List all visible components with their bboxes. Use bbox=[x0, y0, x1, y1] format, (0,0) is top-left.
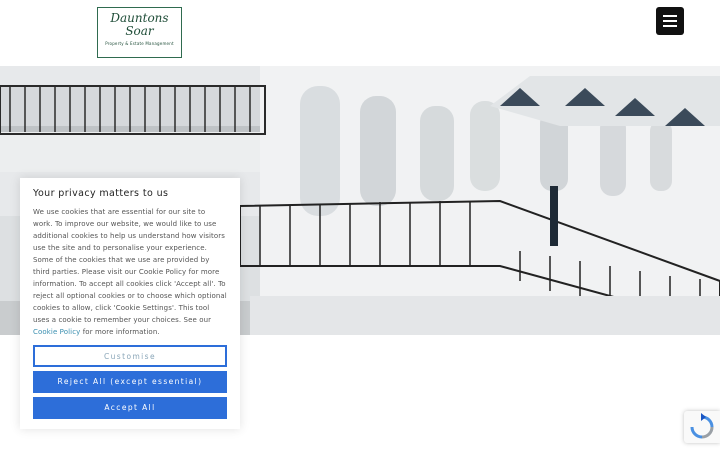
cookie-body-suffix: for more information. bbox=[80, 328, 160, 336]
recaptcha-icon bbox=[690, 413, 714, 439]
cookie-policy-link[interactable]: Cookie Policy bbox=[33, 328, 80, 336]
menu-button[interactable] bbox=[656, 7, 684, 35]
logo-tagline: Property & Estate Management bbox=[105, 41, 174, 46]
cookie-body-text: We use cookies that are essential for ou… bbox=[33, 208, 227, 324]
cookie-consent-dialog: Your privacy matters to us We use cookie… bbox=[20, 178, 240, 429]
reject-all-button[interactable]: Reject All (except essential) bbox=[33, 371, 227, 393]
logo-name-line2: Soar bbox=[125, 24, 154, 38]
hamburger-icon bbox=[663, 15, 677, 17]
cookie-description: We use cookies that are essential for ou… bbox=[33, 206, 227, 338]
recaptcha-badge[interactable] bbox=[684, 411, 720, 443]
cookie-title: Your privacy matters to us bbox=[33, 188, 169, 199]
accept-all-button[interactable]: Accept All bbox=[33, 397, 227, 419]
site-logo[interactable]: Dauntons Soar Property & Estate Manageme… bbox=[97, 7, 182, 58]
customise-button[interactable]: Customise bbox=[33, 345, 227, 367]
site-header: Dauntons Soar Property & Estate Manageme… bbox=[0, 0, 720, 66]
